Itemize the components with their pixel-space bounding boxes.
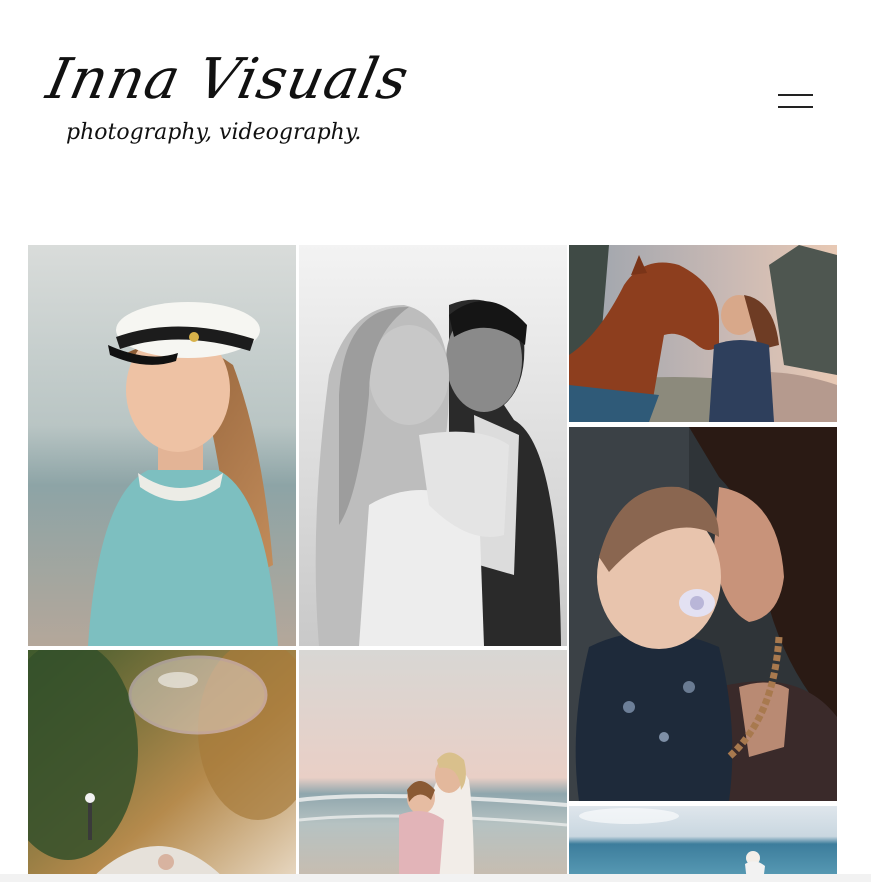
photo-gallery bbox=[0, 0, 871, 882]
bottom-scroll-strip bbox=[0, 874, 871, 882]
gallery-photo-graduate-portrait[interactable] bbox=[28, 245, 296, 646]
gallery-photo-sea-horizon[interactable] bbox=[569, 806, 837, 882]
page: Inna Visuals photography, videography. bbox=[0, 0, 871, 882]
gallery-photo-woman-with-horse[interactable] bbox=[569, 245, 837, 422]
gallery-photo-wedding-couple[interactable] bbox=[299, 245, 567, 646]
gallery-photo-beach-hug[interactable] bbox=[299, 650, 567, 882]
gallery-photo-bubble-park[interactable] bbox=[28, 650, 296, 882]
gallery-photo-mother-and-baby[interactable] bbox=[569, 427, 837, 801]
